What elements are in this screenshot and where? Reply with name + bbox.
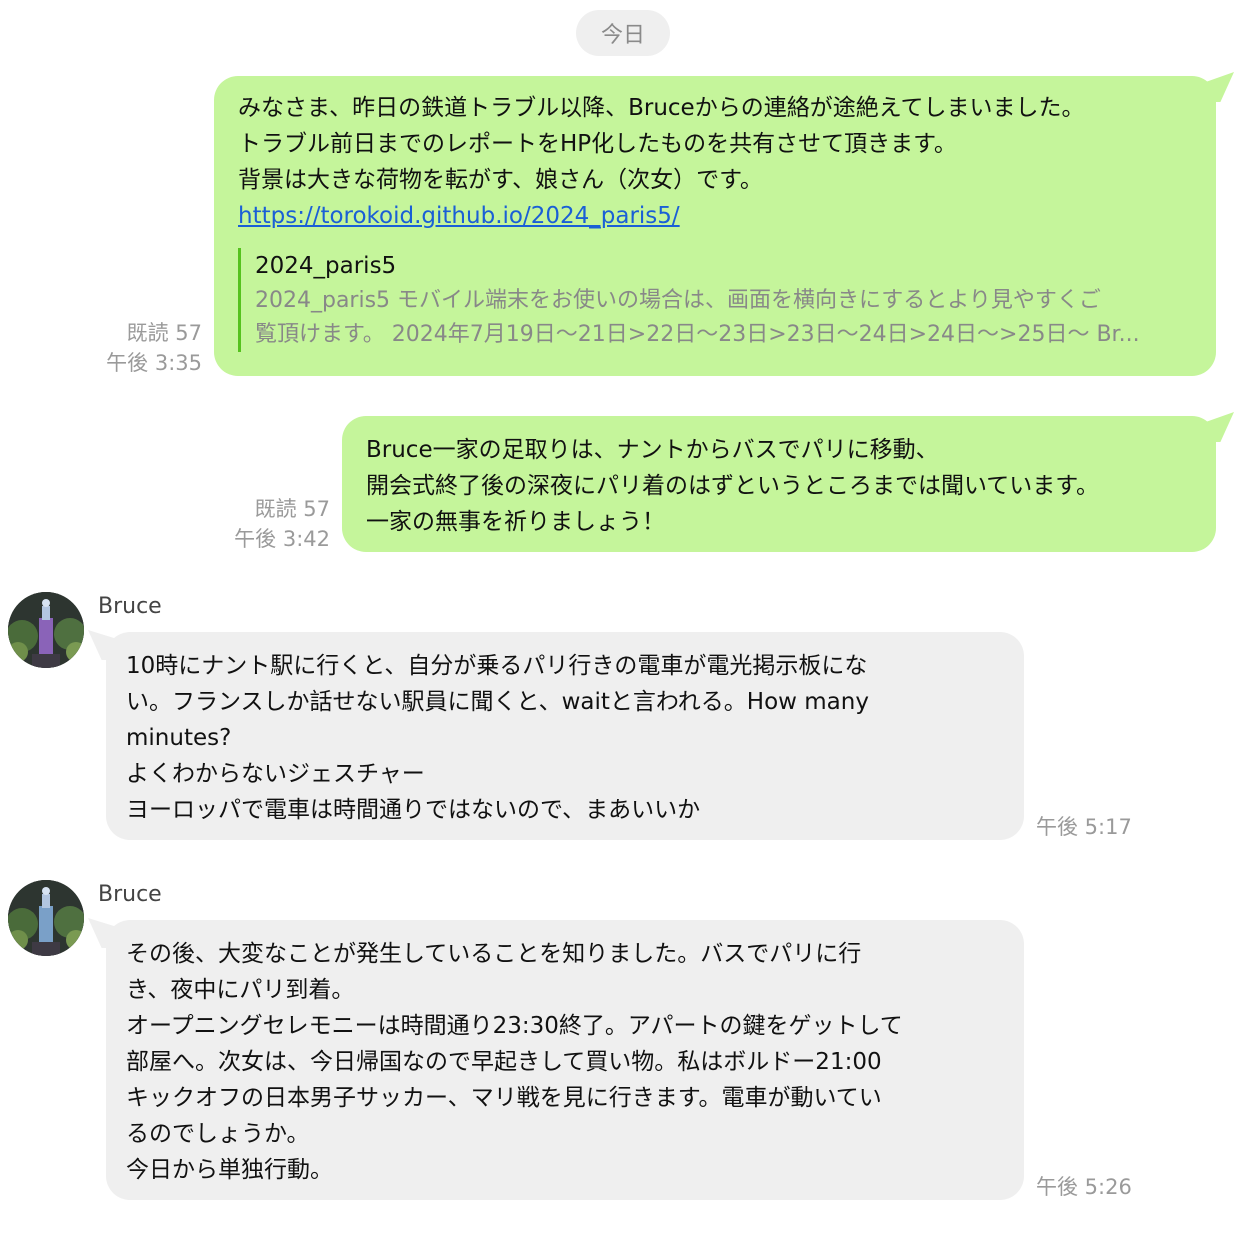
message-meta: 既読 57 午後 3:42	[218, 494, 330, 554]
bubble-tail	[88, 630, 122, 660]
message-text-line: 背景は大きな荷物を転がす、娘さん（次女）です。	[238, 167, 763, 193]
bubble-tail	[1200, 412, 1234, 442]
tower-at-night-photo-icon	[8, 592, 84, 668]
message-text-line: Bruce一家の足取りは、ナントからバスでパリに移動、	[366, 437, 939, 463]
incoming-message-bubble[interactable]: その後、大変なことが発生していることを知りました。バスでパリに行 き、夜中にパリ…	[88, 918, 1024, 1200]
message-text-line: 10時にナント駅に行くと、自分が乗るパリ行きの電車が電光掲示板にな	[126, 653, 868, 679]
message-meta: 既読 57 午後 3:35	[90, 318, 202, 378]
outgoing-message-bubble[interactable]: みなさま、昨日の鉄道トラブル以降、Bruceからの連絡が途絶えてしまいました。 …	[214, 72, 1234, 376]
message-text-line: 開会式終了後の深夜にパリ着のはずというところまでは聞いています。	[366, 473, 1100, 499]
message-text-line: みなさま、昨日の鉄道トラブル以降、Bruceからの連絡が途絶えてしまいました。	[238, 95, 1085, 121]
message-text-line: その後、大変なことが発生していることを知りました。バスでパリに行	[126, 941, 862, 967]
message-time: 午後 3:35	[106, 351, 202, 375]
date-separator: 今日	[576, 10, 670, 56]
avatar[interactable]	[8, 592, 84, 668]
read-receipt: 既読 57	[126, 321, 202, 345]
message-time: 午後 3:42	[234, 527, 330, 551]
message-text-line: 今日から単独行動。	[126, 1157, 333, 1183]
message-text-line: よくわからないジェスチャー	[126, 761, 425, 787]
avatar[interactable]	[8, 880, 84, 956]
tower-at-night-photo-icon	[8, 880, 84, 956]
message-text-line: キックオフの日本男子サッカー、マリ戦を見に行きます。電車が動いてい	[126, 1085, 882, 1111]
outgoing-message-bubble[interactable]: Bruce一家の足取りは、ナントからバスでパリに移動、 開会式終了後の深夜にパリ…	[342, 412, 1234, 552]
message-text-line: 一家の無事を祈りましょう！	[366, 509, 665, 535]
message-text-line: 部屋へ。次女は、今日帰国なので早起きして買い物。私はボルドー21:00	[126, 1049, 882, 1075]
message-time: 午後 5:26	[1036, 1175, 1132, 1199]
message-text-line: き、夜中にパリ到着。	[126, 977, 355, 1003]
message-text-line: minutes?	[126, 725, 232, 751]
message-text-line: い。フランスしか話せない駅員に聞くと、waitと言われる。How many	[126, 689, 869, 715]
message-text-line: るのでしょうか。	[126, 1121, 310, 1147]
link-preview-title: 2024_paris5	[255, 253, 397, 279]
sender-name: Bruce	[98, 882, 162, 907]
message-text-line: オープニングセレモニーは時間通り23:30終了。アパートの鍵をゲットして	[126, 1013, 903, 1039]
incoming-message-bubble[interactable]: 10時にナント駅に行くと、自分が乗るパリ行きの電車が電光掲示板にな い。フランス…	[88, 630, 1024, 840]
bubble-tail	[88, 918, 122, 948]
link-preview-description: 覧頂けます。 2024年7月19日〜21日>22日〜23日>23日〜24日>24…	[255, 322, 1140, 347]
link-preview[interactable]: 2024_paris5 2024_paris5 モバイル端末をお使いの場合は、画…	[238, 248, 1192, 352]
message-time: 午後 5:17	[1036, 815, 1132, 839]
sender-name: Bruce	[98, 594, 162, 619]
read-receipt: 既読 57	[254, 497, 330, 521]
message-text-line: ヨーロッパで電車は時間通りではないので、まあいいか	[126, 797, 701, 823]
message-link[interactable]: https://torokoid.github.io/2024_paris5/	[238, 198, 1192, 234]
link-preview-description: 2024_paris5 モバイル端末をお使いの場合は、画面を横向きにするとより見…	[255, 288, 1101, 313]
bubble-tail	[1200, 72, 1234, 102]
message-text-line: トラブル前日までのレポートをHP化したものを共有させて頂きます。	[238, 131, 957, 157]
